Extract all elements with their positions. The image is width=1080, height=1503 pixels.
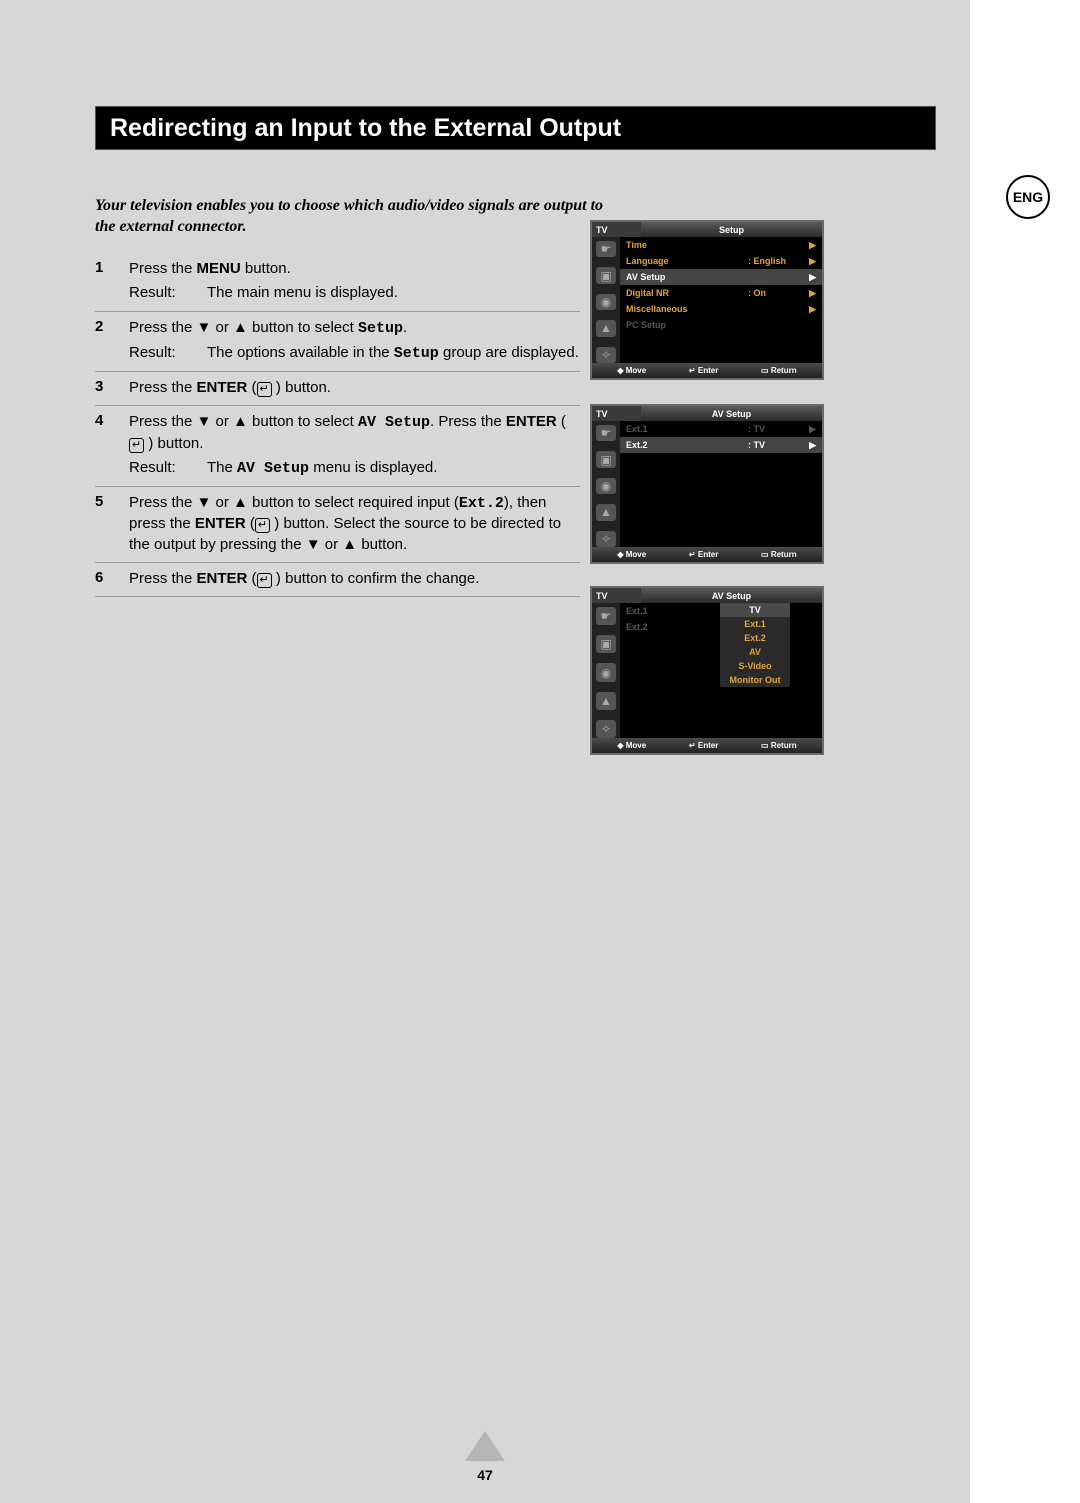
osd-option-list: TVExt.1Ext.2AVS-VideoMonitor Out: [720, 603, 790, 687]
return-hint: ▭ Return: [761, 366, 797, 375]
setup-icon: ✧: [596, 720, 616, 738]
step-body: Press the ▼ or ▲ button to select requir…: [129, 493, 580, 555]
return-hint: ▭ Return: [761, 741, 797, 750]
step-row: 5 Press the ▼ or ▲ button to select requi…: [95, 487, 580, 563]
osd-menu-title: AV Setup: [641, 406, 822, 421]
osd-row[interactable]: Ext.2: TV▶: [620, 437, 822, 453]
step-row: 6 Press the ENTER (↵ ) button to confirm …: [95, 563, 580, 597]
osd-tv-label: TV: [592, 222, 641, 237]
osd-row[interactable]: Time▶: [620, 237, 822, 253]
osd-option[interactable]: TV: [720, 603, 790, 617]
channel-icon: ▲: [596, 504, 616, 520]
move-hint: ◆ Move: [617, 741, 646, 750]
osd-footer: ◆ Move ↵ Enter ▭ Return: [592, 738, 822, 753]
result-label: Result:: [129, 458, 207, 479]
enter-hint: ↵ Enter: [689, 366, 718, 375]
osd-option[interactable]: AV: [720, 645, 790, 659]
osd-sidebar: ☛ ▣ ◉ ▲ ✧: [592, 603, 620, 738]
input-icon: ☛: [596, 607, 616, 625]
step-body: Press the ▼ or ▲ button to select AV Set…: [129, 412, 580, 479]
osd-option[interactable]: Ext.2: [720, 631, 790, 645]
osd-avsetup-menu: TV AV Setup ☛ ▣ ◉ ▲ ✧ Ext.1: TV▶Ext.2: T…: [590, 404, 824, 564]
osd-tv-label: TV: [592, 588, 641, 603]
channel-icon: ▲: [596, 320, 616, 336]
step-number: 4: [95, 412, 111, 479]
osd-avsetup-options: TV AV Setup ☛ ▣ ◉ ▲ ✧ Ext.1:Ext.2:TVExt.…: [590, 586, 824, 755]
picture-icon: ▣: [596, 267, 616, 283]
step-body: Press the ENTER (↵ ) button to confirm t…: [129, 569, 580, 589]
osd-row[interactable]: PC Setup: [620, 317, 822, 333]
osd-row[interactable]: Digital NR: On▶: [620, 285, 822, 301]
move-hint: ◆ Move: [617, 366, 646, 375]
enter-icon: ↵: [257, 573, 272, 588]
step-body: Press the MENU button.Result:The main me…: [129, 259, 580, 304]
step-number: 1: [95, 259, 111, 304]
step-body: Press the ▼ or ▲ button to select Setup.…: [129, 318, 580, 365]
osd-row[interactable]: AV Setup▶: [620, 269, 822, 285]
page-number: 47: [0, 1467, 970, 1483]
page-heading-bar: Redirecting an Input to the External Out…: [95, 106, 936, 150]
osd-menu-title: AV Setup: [641, 588, 822, 603]
page-triangle-icon: [465, 1431, 505, 1461]
osd-footer: ◆ Move ↵ Enter ▭ Return: [592, 547, 822, 562]
step-number: 6: [95, 569, 111, 589]
osd-footer: ◆ Move ↵ Enter ▭ Return: [592, 363, 822, 378]
step-list: 1 Press the MENU button.Result:The main m…: [95, 253, 580, 597]
osd-option[interactable]: S-Video: [720, 659, 790, 673]
osd-list: Time▶Language: English▶AV Setup▶Digital …: [620, 237, 822, 363]
page-title: Redirecting an Input to the External Out…: [110, 114, 621, 143]
osd-menu-title: Setup: [641, 222, 822, 237]
input-icon: ☛: [596, 241, 616, 257]
sound-icon: ◉: [596, 663, 616, 681]
enter-hint: ↵ Enter: [689, 741, 718, 750]
picture-icon: ▣: [596, 451, 616, 467]
step-row: 3 Press the ENTER (↵ ) button.: [95, 372, 580, 406]
input-icon: ☛: [596, 425, 616, 441]
move-hint: ◆ Move: [617, 550, 646, 559]
result-label: Result:: [129, 283, 207, 303]
osd-row[interactable]: Ext.1: TV▶: [620, 421, 822, 437]
step-row: 2 Press the ▼ or ▲ button to select Setup…: [95, 312, 580, 373]
osd-setup-menu: TV Setup ☛ ▣ ◉ ▲ ✧ Time▶Language: Englis…: [590, 220, 824, 380]
intro-text: Your television enables you to choose wh…: [95, 196, 605, 238]
osd-tv-label: TV: [592, 406, 641, 421]
osd-row[interactable]: Miscellaneous▶: [620, 301, 822, 317]
sound-icon: ◉: [596, 478, 616, 494]
sound-icon: ◉: [596, 294, 616, 310]
osd-option[interactable]: Monitor Out: [720, 673, 790, 687]
osd-option[interactable]: Ext.1: [720, 617, 790, 631]
return-hint: ▭ Return: [761, 550, 797, 559]
step-number: 3: [95, 378, 111, 398]
step-body: Press the ENTER (↵ ) button.: [129, 378, 580, 398]
enter-hint: ↵ Enter: [689, 550, 718, 559]
osd-sidebar: ☛ ▣ ◉ ▲ ✧: [592, 237, 620, 363]
channel-icon: ▲: [596, 692, 616, 710]
osd-list: Ext.1:Ext.2:TVExt.1Ext.2AVS-VideoMonitor…: [620, 603, 822, 738]
enter-icon: ↵: [255, 518, 270, 533]
step-number: 2: [95, 318, 111, 365]
enter-icon: ↵: [129, 438, 144, 453]
step-number: 5: [95, 493, 111, 555]
enter-icon: ↵: [257, 382, 272, 397]
language-badge: ENG: [1006, 175, 1050, 219]
step-row: 4 Press the ▼ or ▲ button to select AV Se…: [95, 406, 580, 487]
osd-row[interactable]: Language: English▶: [620, 253, 822, 269]
picture-icon: ▣: [596, 635, 616, 653]
osd-sidebar: ☛ ▣ ◉ ▲ ✧: [592, 421, 620, 547]
osd-list: Ext.1: TV▶Ext.2: TV▶: [620, 421, 822, 547]
step-row: 1 Press the MENU button.Result:The main m…: [95, 253, 580, 312]
setup-icon: ✧: [596, 531, 616, 547]
result-label: Result:: [129, 343, 207, 364]
setup-icon: ✧: [596, 347, 616, 363]
